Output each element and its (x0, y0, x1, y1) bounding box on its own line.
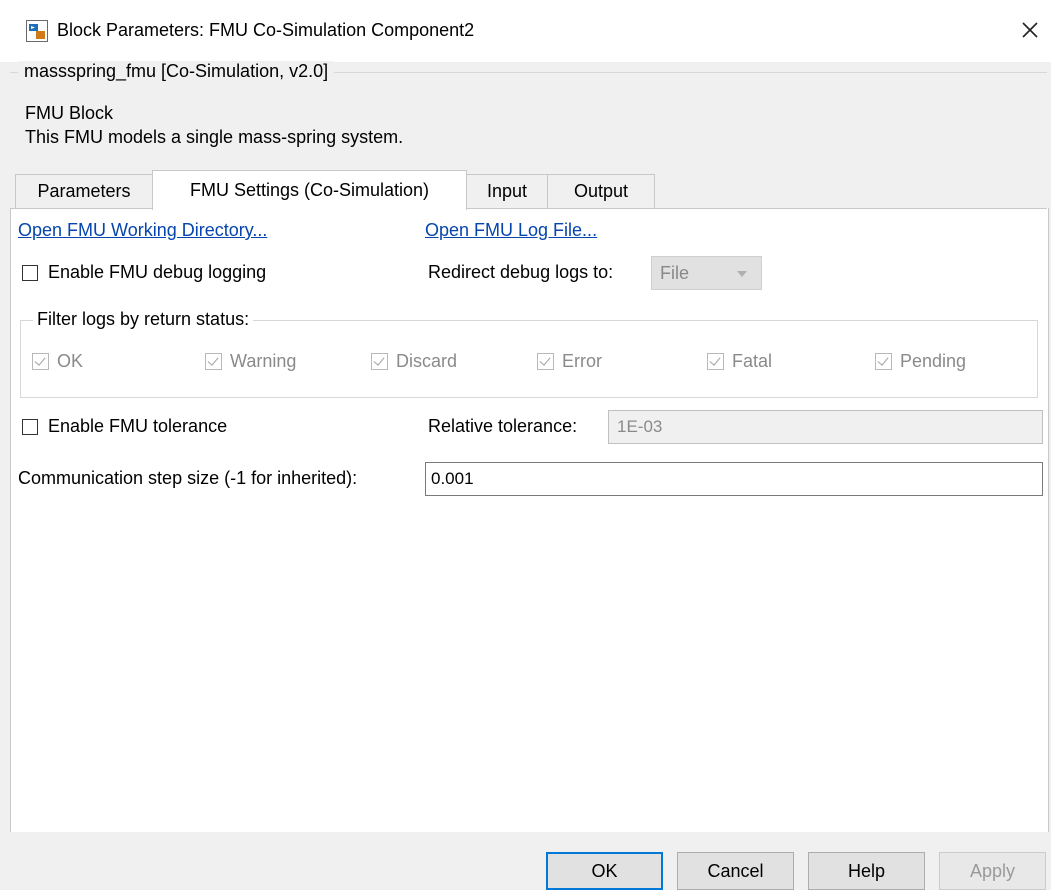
check-icon (707, 353, 724, 370)
status-warning-label: Warning (230, 351, 297, 371)
redirect-logs-label: Redirect debug logs to: (428, 262, 614, 282)
relative-tolerance-field[interactable]: 1E-03 (608, 410, 1043, 444)
tab-input[interactable]: Input (466, 174, 548, 208)
check-icon (537, 353, 554, 370)
fmu-tolerance-checkbox[interactable] (22, 419, 38, 435)
tab-fmu-settings[interactable]: FMU Settings (Co-Simulation) (152, 170, 467, 210)
check-icon (875, 353, 892, 370)
simulink-app-icon (26, 20, 48, 42)
help-button[interactable]: Help (808, 852, 925, 890)
status-fatal-checkbox[interactable]: Fatal (707, 351, 772, 372)
status-ok-label: OK (57, 351, 84, 371)
description-title: FMU Block (25, 103, 114, 123)
debug-logging-checkbox[interactable] (22, 265, 38, 281)
step-size-label: Communication step size (-1 for inherite… (18, 468, 358, 488)
apply-button[interactable]: Apply (939, 852, 1046, 890)
open-log-file-link[interactable]: Open FMU Log File... (425, 220, 597, 241)
tab-panel (10, 208, 1049, 832)
relative-tolerance-label: Relative tolerance: (428, 416, 578, 436)
redirect-logs-dropdown[interactable]: File (651, 256, 762, 290)
window-title: Block Parameters: FMU Co-Simulation Comp… (57, 20, 475, 40)
status-fatal-label: Fatal (732, 351, 773, 371)
status-error-checkbox[interactable]: Error (537, 351, 602, 372)
status-warning-checkbox[interactable]: Warning (205, 351, 296, 372)
status-pending-label: Pending (900, 351, 967, 371)
tab-parameters[interactable]: Parameters (15, 174, 153, 208)
status-ok-checkbox[interactable]: OK (32, 351, 83, 372)
close-icon (1022, 22, 1038, 38)
step-size-field[interactable]: 0.001 (425, 462, 1043, 496)
description-legend: massspring_fmu [Co-Simulation, v2.0] (18, 61, 335, 82)
filter-logs-legend: Filter logs by return status: (33, 309, 254, 330)
check-icon (205, 353, 222, 370)
status-discard-checkbox[interactable]: Discard (371, 351, 457, 372)
description-text: This FMU models a single mass-spring sys… (25, 127, 404, 147)
status-pending-checkbox[interactable]: Pending (875, 351, 966, 372)
status-error-label: Error (562, 351, 602, 371)
open-working-directory-link[interactable]: Open FMU Working Directory... (18, 220, 267, 241)
chevron-down-icon (737, 271, 747, 277)
redirect-logs-value: File (660, 262, 690, 283)
tab-output[interactable]: Output (547, 174, 655, 208)
check-icon (371, 353, 388, 370)
close-button[interactable] (1012, 12, 1048, 48)
debug-logging-label: Enable FMU debug logging (48, 262, 267, 282)
fmu-tolerance-label: Enable FMU tolerance (48, 416, 228, 436)
cancel-button[interactable]: Cancel (677, 852, 794, 890)
status-discard-label: Discard (396, 351, 458, 371)
ok-button[interactable]: OK (546, 852, 663, 890)
description-group (10, 72, 1047, 169)
check-icon (32, 353, 49, 370)
